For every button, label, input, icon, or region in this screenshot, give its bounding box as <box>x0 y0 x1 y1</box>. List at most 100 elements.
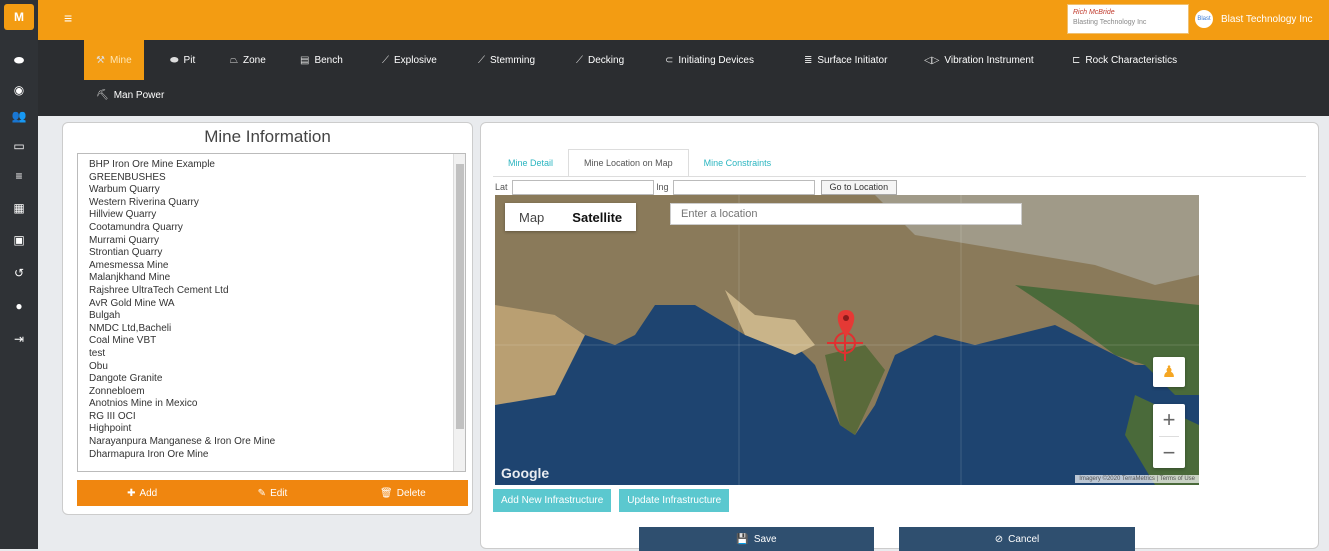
pegman-icon[interactable]: ♟ <box>1153 357 1185 387</box>
add-label: Add <box>139 487 158 499</box>
menu-label: Stemming <box>490 54 536 66</box>
tab-divider <box>493 176 1306 177</box>
mine-list[interactable]: BHP Iron Ore Mine Example GREENBUSHES Warb… <box>77 153 466 472</box>
list-item[interactable]: Anotnios Mine in Mexico <box>89 398 465 411</box>
list-item[interactable]: BHP Iron Ore Mine Example <box>89 159 465 172</box>
list-item[interactable]: RG III OCI <box>89 411 465 424</box>
list-item[interactable]: Highpoint <box>89 423 465 436</box>
tab-mine-constraints[interactable]: Mine Constraints <box>689 149 787 177</box>
list-item[interactable]: Murrami Quarry <box>89 235 465 248</box>
list-item[interactable]: Obu <box>89 361 465 374</box>
pit-icon: ⬬ <box>170 54 179 66</box>
delete-label: Delete <box>396 487 426 499</box>
menu-item-man-power[interactable]: ⛏ Man Power <box>96 77 164 113</box>
surface-initiator-icon: ≣ <box>804 54 813 66</box>
cancel-button[interactable]: ⊘ Cancel <box>899 527 1135 551</box>
card-icon[interactable]: ▣ <box>0 230 38 250</box>
map-view[interactable]: Map Satellite ♟ + − Google Imagery ©2020… <box>495 195 1199 485</box>
list-item[interactable]: Warbum Quarry <box>89 184 465 197</box>
app-logo[interactable]: M <box>4 4 34 30</box>
zoom-in-button[interactable]: + <box>1153 404 1185 436</box>
menu-label: Explosive <box>394 54 437 66</box>
cancel-label: Cancel <box>1008 533 1040 545</box>
menu-label: Surface Initiator <box>817 54 888 66</box>
menu-item-mine[interactable]: ⚒ Mine <box>84 40 144 80</box>
user-info[interactable]: Rich McBride Blasting Technology Inc <box>1067 4 1189 34</box>
history-icon[interactable]: ↺ <box>0 263 38 283</box>
menu-item-stemming[interactable]: ⟋ Stemming <box>478 42 535 78</box>
map-search-input[interactable] <box>670 203 1022 225</box>
menu-item-zone[interactable]: ⏢ Zone <box>230 42 266 78</box>
list-item[interactable]: Rajshree UltraTech Cement Ltd <box>89 285 465 298</box>
save-button[interactable]: 💾 Save <box>639 527 874 551</box>
delete-button[interactable]: 🗑 Delete <box>338 480 468 506</box>
list-item[interactable]: AvR Gold Mine WA <box>89 298 465 311</box>
grid-icon[interactable]: ▦ <box>0 198 38 218</box>
lng-label: lng <box>656 182 669 192</box>
list-item[interactable]: GREENBUSHES <box>89 172 465 185</box>
satellite-map <box>495 195 1199 485</box>
edit-button[interactable]: ✎ Edit <box>207 480 337 506</box>
menu-label: Pit <box>183 54 196 66</box>
list-item[interactable]: Dangote Granite <box>89 373 465 386</box>
update-infrastructure-button[interactable]: Update Infrastructure <box>619 489 730 512</box>
list-item[interactable]: Bulgah <box>89 310 465 323</box>
zoom-out-button[interactable]: − <box>1153 437 1185 469</box>
list-item[interactable]: NMDC Ltd,Bacheli <box>89 323 465 336</box>
tab-mine-detail[interactable]: Mine Detail <box>493 149 568 177</box>
man-power-icon: ⛏ <box>96 89 109 101</box>
menu-item-rock-characteristics[interactable]: ⊏ Rock Characteristics <box>1072 42 1177 78</box>
list-item[interactable]: Coal Mine VBT <box>89 335 465 348</box>
company-logo: Blast <box>1195 10 1213 28</box>
menu-item-surface-initiator[interactable]: ≣ Surface Initiator <box>804 42 887 78</box>
menu-item-explosive[interactable]: ⟋ Explosive <box>382 42 437 78</box>
scrollbar-thumb[interactable] <box>456 164 464 429</box>
infrastructure-buttons: Add New Infrastructure Update Infrastruc… <box>493 489 730 512</box>
go-to-location-button[interactable]: Go to Location <box>820 179 898 195</box>
hamburger-icon[interactable]: ≡ <box>64 10 72 26</box>
list-item[interactable]: Cootamundra Quarry <box>89 222 465 235</box>
folder-icon[interactable]: ▭ <box>0 136 38 156</box>
menu-label: Man Power <box>113 89 165 101</box>
map-type-satellite-button[interactable]: Satellite <box>558 203 636 231</box>
edit-label: Edit <box>270 487 288 499</box>
add-button[interactable]: ✚ Add <box>77 480 207 506</box>
menu-item-vibration-instrument[interactable]: ◁▷ Vibration Instrument <box>924 42 1034 78</box>
list-item[interactable]: test <box>89 348 465 361</box>
company-menu[interactable]: Blast Blast Technology Inc <box>1195 10 1313 28</box>
list-item[interactable]: Malanjkhand Mine <box>89 272 465 285</box>
add-new-infrastructure-button[interactable]: Add New Infrastructure <box>493 489 612 512</box>
rock-characteristics-icon: ⊏ <box>1072 54 1081 66</box>
list-item[interactable]: Amesmessa Mine <box>89 260 465 273</box>
list-scrollbar[interactable] <box>453 154 465 471</box>
list-item[interactable]: Western Riverina Quarry <box>89 197 465 210</box>
menu-item-decking[interactable]: ⟋ Decking <box>576 42 624 78</box>
lng-input[interactable] <box>672 179 815 195</box>
menu-item-pit[interactable]: ⬬ Pit <box>170 42 195 78</box>
map-attribution[interactable]: Imagery ©2020 TerraMetrics | Terms of Us… <box>1075 475 1199 483</box>
list-item[interactable]: Hillview Quarry <box>89 209 465 222</box>
list-item[interactable]: Zonnebloem <box>89 386 465 399</box>
map-type-control: Map Satellite <box>505 203 637 231</box>
detail-tabs: Mine Detail Mine Location on Map Mine Co… <box>493 149 786 177</box>
database-icon[interactable]: ≡ <box>0 166 38 186</box>
zoom-control: + − <box>1153 404 1185 468</box>
map-type-map-button[interactable]: Map <box>505 203 558 231</box>
list-item[interactable]: Dharmapura Iron Ore Mine <box>89 449 465 462</box>
menu-label: Initiating Devices <box>678 54 754 66</box>
company-name: Blast Technology Inc <box>1221 13 1313 25</box>
user-name: Rich McBride <box>1073 9 1115 16</box>
tab-mine-location[interactable]: Mine Location on Map <box>568 149 689 177</box>
dashboard-icon[interactable]: ◉ <box>0 80 38 100</box>
save-label: Save <box>753 533 777 545</box>
list-item[interactable]: Strontian Quarry <box>89 247 465 260</box>
menu-item-bench[interactable]: ▤ Bench <box>300 42 343 78</box>
list-item[interactable]: Narayanpura Manganese & Iron Ore Mine <box>89 436 465 449</box>
users-icon[interactable]: 👥 <box>0 106 38 126</box>
google-logo: Google <box>501 465 550 481</box>
toggle-icon[interactable]: ⬬ <box>0 50 38 70</box>
logout-icon[interactable]: ⇥ <box>0 329 38 349</box>
menu-item-initiating-devices[interactable]: ⊂ Initiating Devices <box>665 42 754 78</box>
info-icon[interactable]: ● <box>0 296 38 316</box>
lat-input[interactable] <box>511 179 654 195</box>
